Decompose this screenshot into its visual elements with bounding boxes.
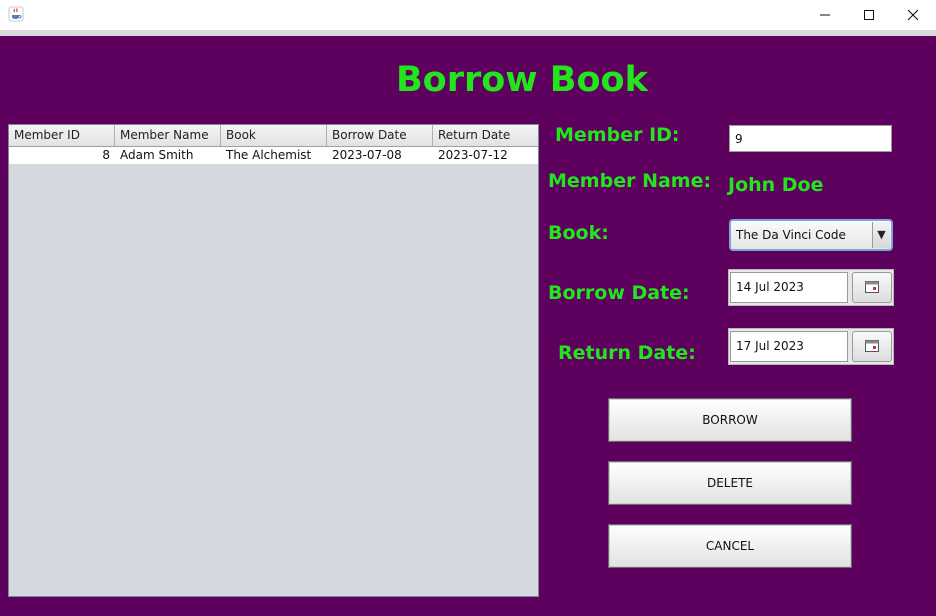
borrow-button[interactable]: BORROW: [608, 398, 852, 442]
cell-return-date: 2023-07-12: [438, 148, 508, 162]
return-date-calendar-button[interactable]: [852, 331, 892, 362]
column-header-member-id[interactable]: Member ID: [9, 125, 115, 146]
column-header-return-date[interactable]: Return Date: [433, 125, 538, 146]
close-button[interactable]: [890, 0, 936, 30]
book-selected-value: The Da Vinci Code: [736, 228, 846, 242]
minimize-button[interactable]: [802, 0, 848, 30]
cell-member-name: Adam Smith: [120, 148, 194, 162]
return-date-field[interactable]: 17 Jul 2023: [730, 331, 848, 362]
maximize-icon: [863, 9, 875, 21]
table-row[interactable]: 8 Adam Smith The Alchemist 2023-07-08 20…: [9, 147, 538, 164]
member-name-value: John Doe: [728, 174, 824, 196]
maximize-button[interactable]: [846, 0, 892, 30]
delete-button[interactable]: DELETE: [608, 461, 852, 505]
return-date-picker: 17 Jul 2023: [728, 328, 894, 365]
column-header-member-name[interactable]: Member Name: [115, 125, 221, 146]
page-title: Borrow Book: [396, 60, 648, 100]
member-name-label: Member Name:: [548, 170, 712, 192]
cell-borrow-date: 2023-07-08: [332, 148, 402, 162]
book-select[interactable]: The Da Vinci Code ▼: [729, 219, 893, 251]
member-id-input[interactable]: [729, 125, 892, 152]
cancel-button[interactable]: CANCEL: [608, 524, 852, 568]
window-titlebar: [0, 0, 936, 30]
calendar-icon: [865, 278, 879, 297]
borrow-date-label: Borrow Date:: [548, 282, 690, 304]
table-header: Member ID Member Name Book Borrow Date R…: [9, 125, 538, 147]
minimize-icon: [819, 9, 831, 21]
borrow-date-calendar-button[interactable]: [852, 272, 892, 303]
cell-book: The Alchemist: [226, 148, 312, 162]
cell-member-id: 8: [102, 148, 110, 162]
return-date-label: Return Date:: [558, 342, 696, 364]
borrow-date-field[interactable]: 14 Jul 2023: [730, 272, 848, 303]
member-id-label: Member ID:: [555, 124, 680, 146]
java-cup-icon: [8, 6, 24, 22]
borrow-date-picker: 14 Jul 2023: [728, 269, 894, 306]
chevron-down-icon[interactable]: ▼: [872, 222, 890, 248]
borrow-table[interactable]: Member ID Member Name Book Borrow Date R…: [8, 124, 539, 597]
calendar-icon: [865, 337, 879, 356]
close-icon: [907, 9, 919, 21]
column-header-book[interactable]: Book: [221, 125, 327, 146]
column-header-borrow-date[interactable]: Borrow Date: [327, 125, 433, 146]
book-label: Book:: [548, 222, 609, 244]
